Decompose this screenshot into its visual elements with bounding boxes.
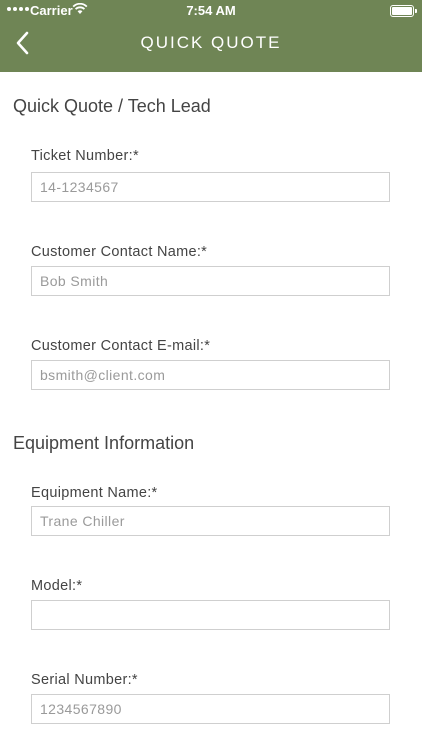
serial-number-input[interactable] <box>31 694 390 724</box>
contact-name-label: Customer Contact Name:* <box>31 244 208 260</box>
contact-email-input[interactable] <box>31 360 390 390</box>
ticket-number-input[interactable] <box>31 172 390 202</box>
status-bar: Carrier 7:54 AM <box>0 0 422 22</box>
section-title-equipment: Equipment Information <box>13 433 195 453</box>
equipment-name-label: Equipment Name:* <box>31 485 158 501</box>
serial-number-label: Serial Number:* <box>31 672 138 688</box>
page-title: QUICK QUOTE <box>140 33 282 52</box>
battery-icon <box>390 5 417 17</box>
contact-email-label: Customer Contact E-mail:* <box>31 338 211 354</box>
equipment-name-input[interactable] <box>31 506 390 536</box>
ticket-number-label: Ticket Number:* <box>31 148 139 164</box>
model-label: Model:* <box>31 578 83 594</box>
nav-bar: Carrier 7:54 AM QUICK QUOTE <box>0 0 422 72</box>
contact-name-input[interactable] <box>31 266 390 296</box>
clock: 7:54 AM <box>186 3 236 18</box>
section-title-tech-lead: Quick Quote / Tech Lead <box>13 96 211 116</box>
model-input[interactable] <box>31 600 390 630</box>
